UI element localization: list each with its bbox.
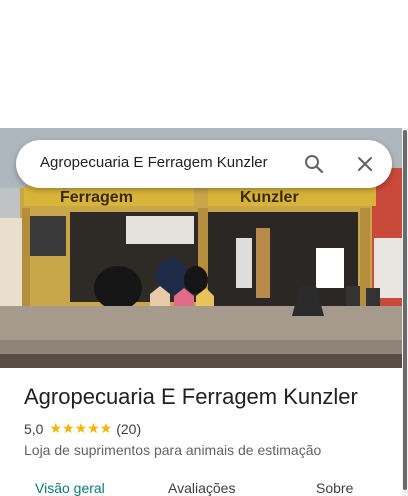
storefront-sign-right: Kunzler	[240, 189, 299, 206]
tab-about[interactable]: Sobre	[316, 480, 353, 496]
place-title: Agropecuaria E Ferragem Kunzler	[24, 384, 358, 409]
search-input[interactable]: Agropecuaria E Ferragem Kunzler	[40, 154, 268, 171]
storefront-sign-left: Ferragem	[60, 189, 133, 206]
search-icon	[305, 155, 324, 174]
place-category[interactable]: Loja de suprimentos para animais de esti…	[24, 442, 321, 458]
tab-overview[interactable]: Visão geral	[35, 480, 105, 496]
rating-value: 5,0	[24, 420, 44, 437]
blank-header-area	[0, 0, 408, 128]
close-icon	[358, 157, 372, 171]
review-count[interactable]: (20)	[116, 421, 141, 437]
search-box[interactable]: Agropecuaria E Ferragem Kunzler	[16, 140, 392, 188]
rating-row[interactable]: 5,0 ★★★★★ (20)	[24, 420, 141, 437]
search-button[interactable]	[300, 150, 328, 178]
scrollbar[interactable]	[402, 128, 408, 496]
place-tabs: Visão geral Avaliações Sobre	[0, 478, 402, 496]
scrollbar-thumb[interactable]	[403, 130, 407, 490]
close-button[interactable]	[351, 150, 379, 178]
tab-reviews[interactable]: Avaliações	[168, 480, 235, 496]
star-rating-icons: ★★★★★	[49, 420, 113, 436]
